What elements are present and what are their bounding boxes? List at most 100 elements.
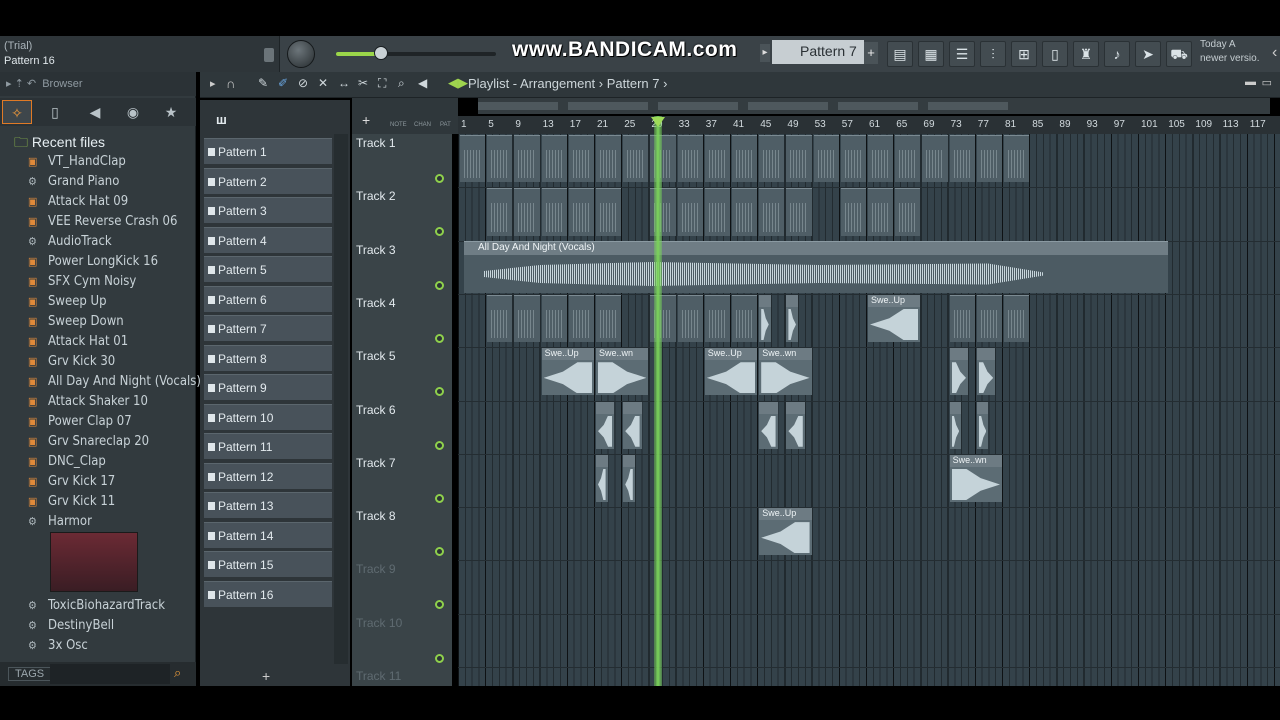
browser-item[interactable]: ▣ Grv Kick 17 — [28, 474, 115, 489]
sweep-audio-clip[interactable]: Swe..wn — [759, 348, 812, 396]
track-name[interactable]: Track 10 — [356, 616, 402, 630]
sweep-audio-clip[interactable]: Swe..Up — [704, 348, 758, 396]
project-browser-icon[interactable]: ⊞ — [1011, 41, 1037, 67]
pattern-clip[interactable] — [813, 135, 839, 183]
browser-item[interactable]: ▣ Attack Hat 09 — [28, 194, 128, 209]
track-mute-led[interactable] — [435, 653, 444, 663]
playback-tool-icon[interactable]: ◀ — [418, 76, 427, 90]
playlist-menu-icon[interactable]: ▸ — [210, 77, 216, 90]
browser-item[interactable]: ▣ DNC_Clap — [28, 454, 106, 469]
pattern-clip[interactable] — [514, 188, 540, 236]
pattern-clip[interactable] — [568, 188, 594, 236]
tags-button[interactable]: TAGS — [8, 667, 52, 681]
recent-files-folder[interactable]: 🗀 Recent files — [14, 132, 105, 156]
sweep-audio-clip[interactable] — [759, 294, 771, 343]
add-track-icon[interactable]: + — [362, 112, 370, 128]
pattern-clip[interactable] — [596, 294, 622, 343]
pattern-clip[interactable] — [460, 135, 486, 183]
slice-tool-icon[interactable]: ✂ — [358, 76, 368, 90]
track-mute-led[interactable] — [435, 440, 444, 450]
playlist-current-pattern[interactable]: Pattern 7 — [607, 76, 660, 91]
sweep-audio-clip[interactable]: Swe..Up — [759, 508, 812, 556]
playlist-grid[interactable]: Swe..Up Swe..Up Swe..wn Swe..Up Swe..wn Swe..… — [458, 134, 1280, 686]
channel-rack-icon[interactable]: ☰ — [949, 41, 975, 67]
pattern-item[interactable]: Pattern 10 — [204, 403, 332, 430]
draw-tool-icon[interactable]: ✎ — [258, 76, 268, 90]
pattern-clip[interactable] — [732, 294, 758, 343]
sweep-audio-clip[interactable] — [976, 401, 989, 449]
pattern-clip[interactable] — [1004, 135, 1030, 183]
pattern-clip[interactable] — [487, 294, 513, 343]
pattern-clip[interactable] — [786, 188, 812, 236]
pattern-item[interactable]: Pattern 14 — [204, 521, 332, 548]
browser-item[interactable]: ▣ Grv Kick 11 — [28, 494, 115, 509]
browser-item[interactable]: ▣ Sweep Up — [28, 294, 107, 309]
pattern-clip[interactable] — [840, 135, 866, 183]
sweep-audio-clip[interactable] — [949, 401, 962, 449]
plugin-database-tab-icon[interactable]: ◀ — [80, 100, 110, 124]
browser-item[interactable]: ▣ Sweep Down — [28, 314, 124, 329]
track-mute-led[interactable] — [435, 387, 444, 397]
pattern-item[interactable]: Pattern 9 — [204, 374, 332, 400]
pattern-item[interactable]: Pattern 15 — [204, 551, 332, 577]
pattern-clip[interactable] — [704, 188, 730, 236]
browser-item[interactable]: ▣ SFX Cym Noisy — [28, 274, 136, 289]
sweep-audio-clip[interactable] — [786, 401, 805, 449]
pattern-list-scrollbar[interactable] — [334, 134, 348, 664]
sweep-audio-clip[interactable] — [596, 401, 615, 449]
paint-tool-icon[interactable]: ✐ — [278, 76, 288, 90]
mute-tool-icon[interactable]: ✕ — [318, 76, 328, 90]
pattern-clip[interactable] — [677, 135, 703, 183]
sweep-audio-clip[interactable] — [623, 454, 635, 503]
sweep-audio-clip[interactable] — [949, 348, 968, 396]
sweep-audio-clip[interactable] — [786, 294, 798, 343]
timeline-ruler[interactable]: 1591317212529333741454953576165697377818… — [458, 116, 1280, 134]
mixer-icon[interactable]: ⫶ — [980, 41, 1006, 67]
minimize-icon[interactable]: ▬ — [1245, 76, 1256, 88]
track-mute-led[interactable] — [435, 174, 444, 183]
track-name[interactable]: Track 6 — [356, 403, 396, 417]
track-name[interactable]: Track 8 — [356, 509, 396, 523]
track-name[interactable]: Track 3 — [356, 243, 396, 257]
browser-item[interactable]: ⚙ ToxicBiohazardTrack — [28, 598, 165, 613]
pattern-item[interactable]: Pattern 6 — [204, 285, 332, 312]
pattern-clip[interactable] — [976, 135, 1002, 183]
browser-item[interactable]: ▣ VEE Reverse Crash 06 — [28, 214, 177, 229]
track-mute-led[interactable] — [435, 280, 444, 290]
add-pattern-list-button[interactable]: + — [262, 668, 270, 684]
track-mute-led[interactable] — [435, 547, 444, 557]
track-name[interactable]: Track 9 — [356, 562, 396, 576]
browser-item[interactable]: ▣ All Day And Night (Vocals) — [28, 374, 201, 389]
track-name[interactable]: Track 4 — [356, 296, 396, 310]
pattern-clip[interactable] — [487, 188, 513, 236]
pattern-item[interactable]: Pattern 2 — [204, 167, 338, 194]
browser-item[interactable]: ▣ Grv Kick 30 — [28, 354, 115, 369]
pattern-item[interactable]: Pattern 5 — [204, 256, 332, 282]
pattern-clip[interactable] — [868, 188, 894, 236]
browser-item[interactable]: ▣ Power LongKick 16 — [28, 254, 158, 269]
track-name[interactable]: Track 11 — [356, 669, 401, 683]
sweep-audio-clip[interactable]: Swe..wn — [949, 454, 1002, 503]
playhead-marker-icon[interactable] — [651, 117, 665, 127]
pattern-clip[interactable] — [704, 294, 730, 343]
pattern-clip[interactable] — [840, 188, 866, 236]
news-next-icon[interactable]: ‹ — [1272, 44, 1277, 62]
pattern-clip[interactable] — [895, 188, 921, 236]
pattern-clip[interactable] — [1004, 294, 1030, 343]
pattern-prev-icon[interactable]: ▸ — [760, 44, 770, 62]
pattern-clip[interactable] — [568, 135, 594, 183]
tags-search-input[interactable] — [50, 664, 170, 684]
pattern-clip[interactable] — [786, 135, 812, 183]
pattern-clip[interactable] — [732, 188, 758, 236]
current-project-tab-icon[interactable]: ▯ — [40, 100, 70, 124]
pattern-clip[interactable] — [922, 135, 948, 183]
favorites-tab-icon[interactable]: ★ — [156, 100, 186, 124]
pattern-clip[interactable] — [541, 135, 567, 183]
pattern-clip[interactable] — [732, 135, 758, 183]
piano-icon[interactable]: ш — [216, 112, 227, 127]
playhead[interactable] — [654, 116, 662, 686]
zoom-tool-icon[interactable]: ⌕ — [398, 76, 405, 91]
browser-item[interactable]: ▣ Grv Snareclap 20 — [28, 434, 149, 449]
track-mute-led[interactable] — [435, 227, 444, 237]
delete-tool-icon[interactable]: ⊘ — [298, 76, 308, 90]
